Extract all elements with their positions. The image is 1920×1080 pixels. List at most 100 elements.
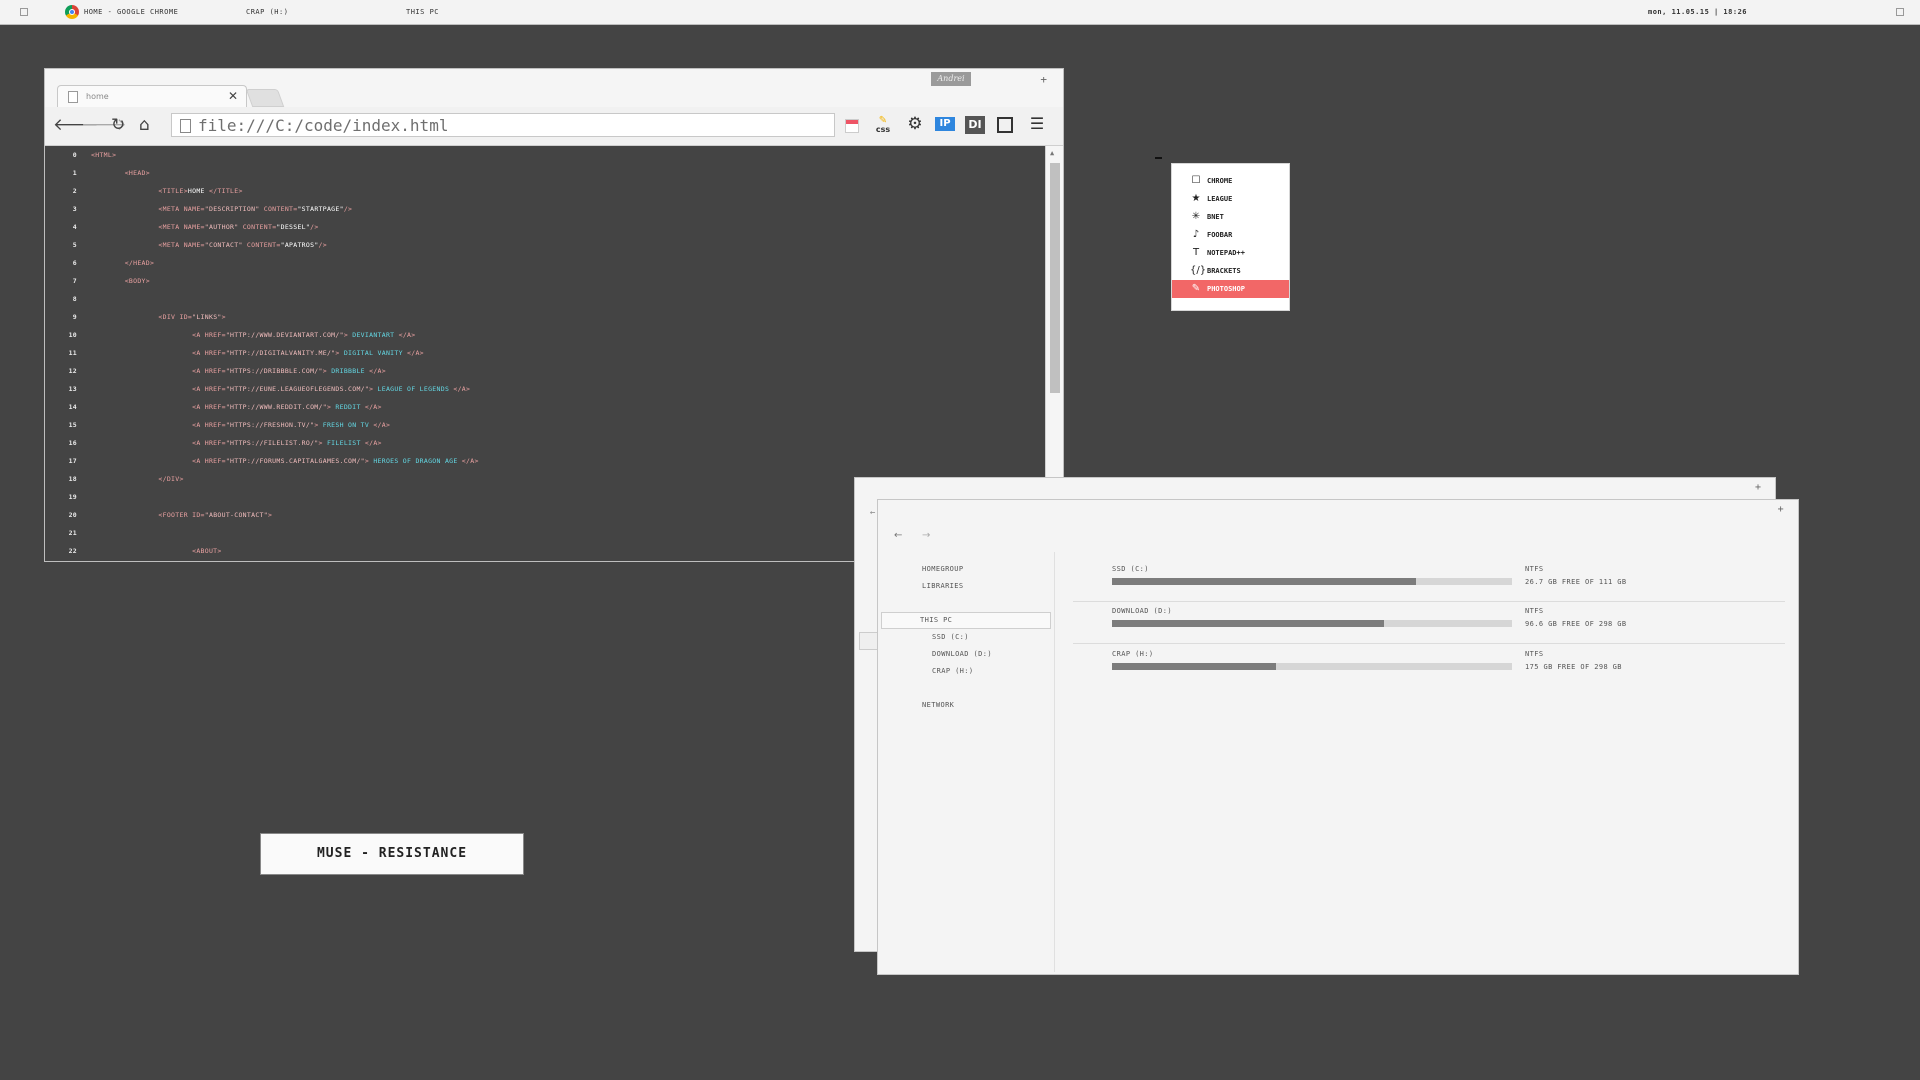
launcher-item-label: BRACKETS <box>1207 267 1241 275</box>
line-number: 1 <box>72 169 77 177</box>
code-text: <A HREF="HTTP://DIGITALVANITY.ME/"> DIGI… <box>91 344 424 362</box>
launcher-item-chrome[interactable]: ☐ CHROME <box>1172 172 1289 190</box>
code-token: </A> <box>402 349 424 357</box>
now-playing-widget[interactable]: MUSE - RESISTANCE <box>260 833 524 875</box>
di-icon[interactable]: DI <box>965 116 985 134</box>
close-tab-icon[interactable]: ✕ <box>228 89 238 103</box>
usage-bar <box>1112 663 1512 670</box>
line-number: 18 <box>68 475 77 483</box>
code-text: <DIV ID="LINKS"> <box>91 308 226 326</box>
code-line: 2 <TITLE>HOME </TITLE> <box>45 182 1025 200</box>
code-token: > <box>343 331 353 339</box>
text-icon: T <box>1192 247 1200 258</box>
taskbar-item-thispc[interactable]: THIS PC <box>406 8 439 16</box>
code-token: <A HREF= <box>91 331 226 339</box>
code-text: <A HREF="HTTPS://DRIBBBLE.COM/"> DRIBBBL… <box>91 362 386 380</box>
line-number: 21 <box>68 529 77 537</box>
sidebar-item-network[interactable]: NETWORK <box>922 701 954 709</box>
code-token: "CONTACT" <box>204 241 243 249</box>
code-token: "HTTP://FORUMS.CAPITALGAMES.COM/" <box>225 457 365 465</box>
sidebar-item-homegroup[interactable]: HOMEGROUP <box>922 565 964 573</box>
sidebar-item-libraries[interactable]: LIBRARIES <box>922 582 964 590</box>
code-line: 14 <A HREF="HTTP://WWW.REDDIT.COM/"> RED… <box>45 398 1025 416</box>
code-token: </A> <box>360 439 382 447</box>
launcher-item-bnet[interactable]: ✳ BNET <box>1172 208 1289 226</box>
sidebar-item-crap[interactable]: CRAP (H:) <box>932 667 974 675</box>
code-token: <TITLE> <box>91 187 188 195</box>
code-token: <A HREF= <box>91 457 226 465</box>
scroll-thumb[interactable] <box>1050 163 1060 393</box>
show-desktop-icon[interactable] <box>1896 8 1904 16</box>
back-icon[interactable]: ← <box>870 508 875 518</box>
fullscreen-icon[interactable] <box>997 117 1013 133</box>
code-line: 5 <META NAME="CONTACT" CONTENT="APATROS"… <box>45 236 1025 254</box>
usage-fill <box>1112 578 1416 585</box>
window-plus-icon[interactable]: + <box>1755 482 1761 493</box>
gear-icon[interactable]: ⚙ <box>905 114 925 134</box>
chrome-icon[interactable] <box>65 5 79 19</box>
code-token: <HEAD> <box>91 169 150 177</box>
start-icon[interactable] <box>20 8 28 16</box>
document-icon <box>68 91 78 103</box>
forward-icon[interactable]: → <box>922 530 931 541</box>
code-line: 17 <A HREF="HTTP://FORUMS.CAPITALGAMES.C… <box>45 452 1025 470</box>
clock: mon, 11.05.15 | 18:26 <box>1648 8 1748 16</box>
line-number: 22 <box>68 547 77 555</box>
bnet-icon: ✳ <box>1191 211 1201 222</box>
line-number: 14 <box>68 403 77 411</box>
code-token: </A> <box>364 367 386 375</box>
taskbar-item-chrome[interactable]: HOME - GOOGLE CHROME <box>84 8 178 16</box>
code-text: </DIV> <box>91 470 184 488</box>
code-token: "HTTPS://DRIBBBLE.COM/" <box>225 367 323 375</box>
code-token: "DESSEL" <box>276 223 311 231</box>
window-plus-icon[interactable]: + <box>1040 73 1047 86</box>
css-icon[interactable]: ✎ css <box>873 116 893 137</box>
code-token: DRIBBBLE <box>331 367 365 375</box>
launcher-item-brackets[interactable]: {/} BRACKETS <box>1172 262 1289 280</box>
sidebar-item-thispc[interactable]: THIS PC <box>881 612 1051 629</box>
line-number: 20 <box>68 511 77 519</box>
calendar-icon[interactable] <box>845 119 859 133</box>
code-token: </A> <box>457 457 479 465</box>
launcher-item-league[interactable]: ★ LEAGUE <box>1172 190 1289 208</box>
menu-icon[interactable]: ☰ <box>1027 114 1047 134</box>
code-text: <BODY> <box>91 272 150 290</box>
window-plus-icon[interactable]: + <box>1778 504 1784 515</box>
address-bar[interactable]: file:///C:/code/index.html <box>171 113 835 137</box>
filesystem: NTFS <box>1525 607 1544 615</box>
reload-icon[interactable]: ↻ <box>111 115 125 135</box>
line-number: 0 <box>72 151 77 159</box>
code-token: > <box>267 511 273 519</box>
usage-fill <box>1112 620 1384 627</box>
usage-bar <box>1112 620 1512 627</box>
ip-icon[interactable]: IP <box>935 117 955 131</box>
tab-title: home <box>86 92 109 101</box>
mouse-cursor <box>1155 157 1162 159</box>
back-icon[interactable]: ← <box>894 530 903 541</box>
code-token: <BODY> <box>91 277 150 285</box>
taskbar-item-crap[interactable]: CRAP (H:) <box>246 8 288 16</box>
sidebar-item-download[interactable]: DOWNLOAD (D:) <box>932 650 992 658</box>
home-icon[interactable]: ⌂ <box>139 115 150 135</box>
line-number: 7 <box>72 277 77 285</box>
launcher-item-foobar[interactable]: ♪ FOOBAR <box>1172 226 1289 244</box>
code-line: 0 <HTML> <box>45 146 1025 164</box>
launcher-item-photoshop[interactable]: ✎ PHOTOSHOP <box>1172 280 1289 298</box>
code-token: "DESCRIPTION" <box>204 205 260 213</box>
url-text[interactable]: file:///C:/code/index.html <box>198 116 448 135</box>
code-token: "HTTP://EUNE.LEAGUEOFLEGENDS.COM/" <box>225 385 370 393</box>
scroll-up-icon[interactable]: ▲ <box>1050 149 1054 157</box>
code-token: HEROES OF DRAGON AGE <box>373 457 458 465</box>
launcher-item-notepad[interactable]: T NOTEPAD++ <box>1172 244 1289 262</box>
divider <box>1073 643 1785 644</box>
code-line: 11 <A HREF="HTTP://DIGITALVANITY.ME/"> D… <box>45 344 1025 362</box>
new-tab-button[interactable] <box>245 89 285 107</box>
launcher-item-label: FOOBAR <box>1207 231 1233 239</box>
tab-home[interactable]: home ✕ <box>57 85 247 108</box>
code-text: <ABOUT> <box>91 542 222 560</box>
code-text: <META NAME="DESCRIPTION" CONTENT="STARTP… <box>91 200 352 218</box>
code-token: </HEAD> <box>91 259 155 267</box>
launcher-menu: ☐ CHROME ★ LEAGUE ✳ BNET ♪ FOOBAR T NOTEPAD++ {/} B… <box>1171 163 1290 311</box>
sidebar-item-ssd[interactable]: SSD (C:) <box>932 633 969 641</box>
user-profile-button[interactable]: Andrei <box>931 72 971 86</box>
